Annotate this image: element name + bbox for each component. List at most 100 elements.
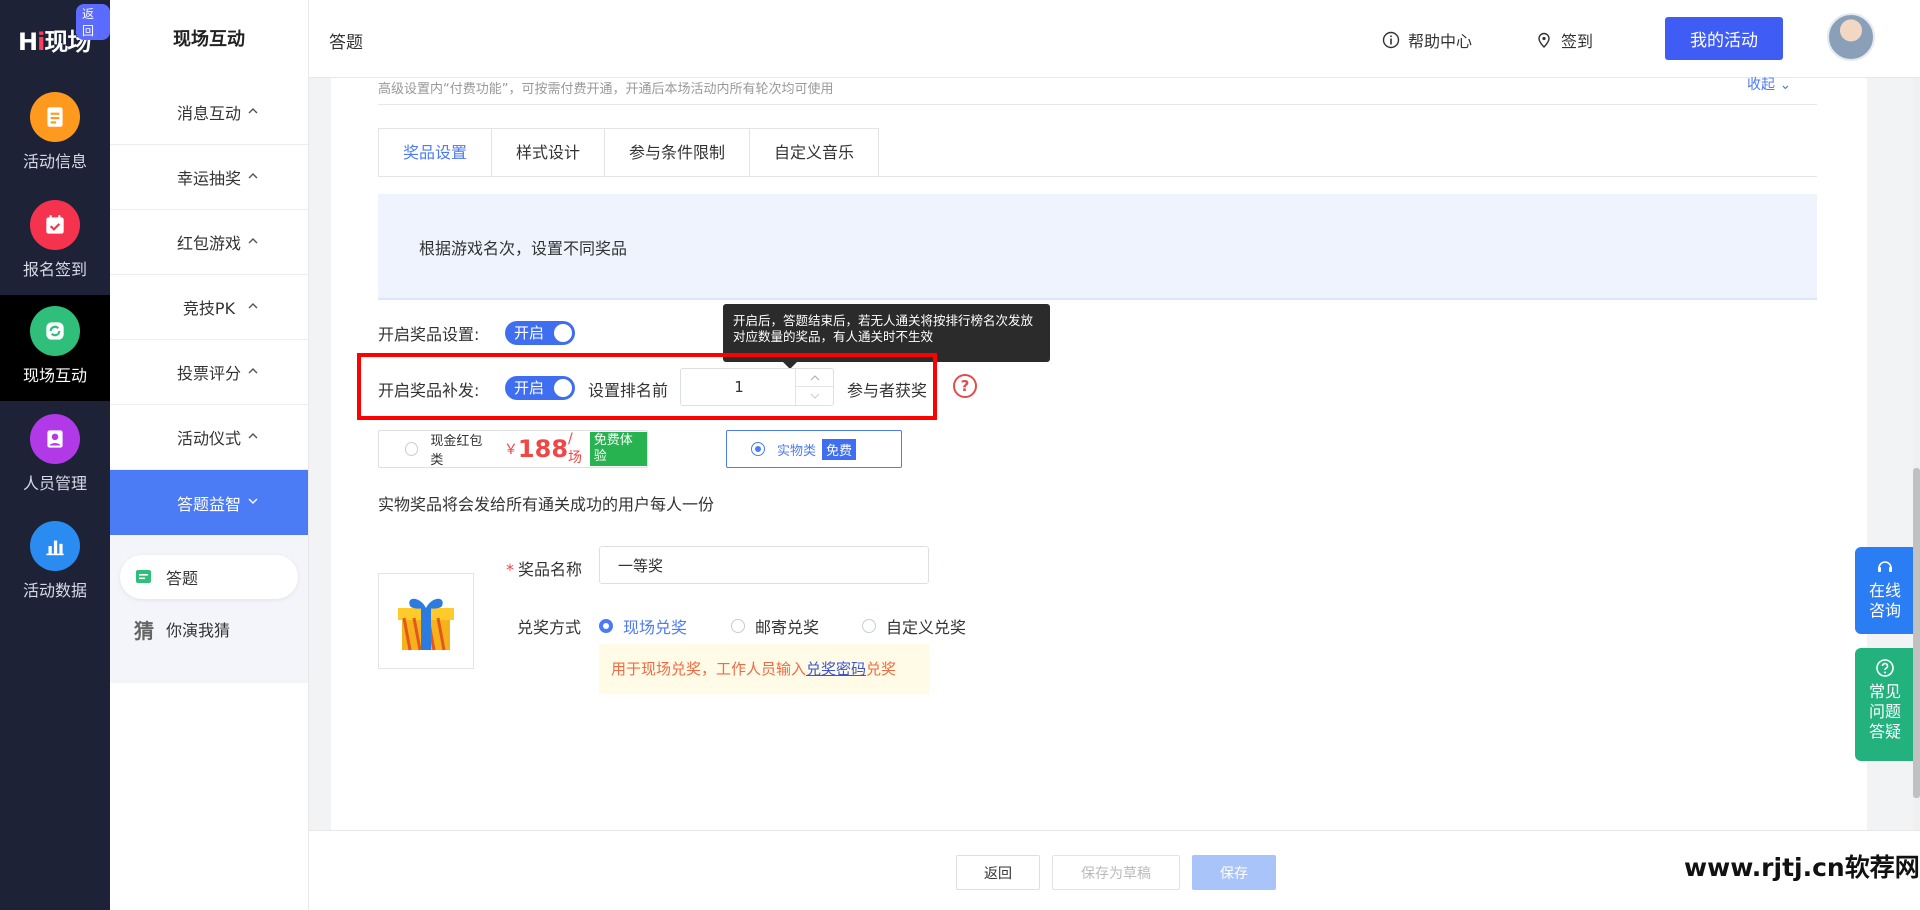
redeem-hint: 用于现场兑奖，工作人员输入兑奖密码兑奖	[599, 644, 929, 694]
radio-button[interactable]	[751, 442, 765, 456]
document-icon	[30, 92, 80, 142]
reissue-toggle[interactable]: 开启	[505, 376, 575, 400]
chevron-up-icon	[810, 374, 819, 380]
info-banner: 根据游戏名次，设置不同奖品	[378, 194, 1817, 300]
sidebar-item-label: 竞技PK	[182, 299, 236, 318]
calendar-check-icon	[30, 200, 80, 250]
settings-tabs: 奖品设置 样式设计 参与条件限制 自定义音乐	[378, 128, 880, 177]
info-icon	[1382, 31, 1400, 49]
my-activity-button[interactable]: 我的活动	[1665, 17, 1783, 60]
chevron-down-icon	[810, 393, 819, 399]
chevron-up-icon	[248, 433, 258, 439]
sidebar-item-lucky-draw[interactable]: 幸运抽奖	[110, 145, 308, 210]
chevron-up-icon	[248, 238, 258, 244]
question-icon[interactable]: ?	[953, 374, 977, 398]
headset-icon	[1878, 561, 1892, 572]
user-card-icon	[30, 414, 80, 464]
nav-label: 活动信息	[22, 152, 87, 171]
divider	[378, 176, 1817, 177]
prize-setting-label: 开启奖品设置:	[378, 325, 480, 344]
tab-custom-music[interactable]: 自定义音乐	[750, 129, 879, 177]
help-center-link[interactable]: 帮助中心	[1382, 28, 1472, 52]
chevron-down-icon	[248, 498, 258, 504]
radio-button[interactable]	[599, 619, 613, 633]
prize-image[interactable]	[378, 573, 474, 669]
sidebar-item-label: 红包游戏	[176, 234, 241, 253]
save-draft-button[interactable]: 保存为草稿	[1052, 855, 1180, 890]
radio-button[interactable]	[731, 619, 745, 633]
help-circle-icon	[1876, 659, 1894, 677]
nav-label: 人员管理	[22, 474, 87, 493]
interaction-icon	[30, 306, 80, 356]
gift-box-icon	[398, 598, 454, 651]
nav-activity-info[interactable]: 活动信息	[0, 92, 110, 198]
save-button[interactable]: 保存	[1192, 855, 1276, 890]
rank-stepper[interactable]: 1	[680, 368, 834, 406]
sidebar-subitem-charades[interactable]: 猜 你演我猜	[120, 607, 298, 651]
radio-button[interactable]	[862, 619, 876, 633]
redeem-mail-option[interactable]: 邮寄兑奖	[731, 614, 819, 638]
redeem-password-link[interactable]: 兑奖密码	[806, 660, 866, 678]
price-value: 188	[517, 435, 569, 463]
prize-name-input[interactable]	[599, 546, 929, 584]
faq-label: 常见问题答疑	[1868, 682, 1901, 741]
rank-suffix-label: 参与者获奖	[847, 381, 928, 400]
increment-button[interactable]	[796, 369, 833, 387]
tab-participation-limits[interactable]: 参与条件限制	[605, 129, 751, 177]
sidebar-item-voting[interactable]: 投票评分	[110, 340, 308, 405]
radio-button[interactable]	[405, 442, 419, 456]
guess-icon: 猜	[134, 618, 154, 643]
nav-live-interaction[interactable]: 现场互动	[0, 295, 110, 401]
option-label: 自定义兑奖	[886, 618, 967, 637]
faq-button[interactable]: 常见问题答疑	[1855, 648, 1915, 761]
tab-style-design[interactable]: 样式设计	[492, 129, 606, 177]
decrement-button[interactable]	[796, 387, 833, 405]
signin-link[interactable]: 签到	[1535, 28, 1593, 52]
nav-people-management[interactable]: 人员管理	[0, 414, 110, 520]
nav-label: 活动数据	[22, 581, 87, 600]
sidebar-item-pk[interactable]: 竞技PK	[110, 275, 308, 340]
signin-label: 签到	[1561, 32, 1594, 51]
footer-bar: 返回 保存为草稿 保存	[309, 830, 1920, 910]
tab-prize-settings[interactable]: 奖品设置	[379, 129, 493, 177]
sidebar-item-message-interaction[interactable]: 消息互动	[110, 80, 308, 145]
reissue-label: 开启奖品补发:	[378, 381, 480, 400]
scrollbar[interactable]	[1913, 78, 1920, 830]
sidebar-item-label: 幸运抽奖	[176, 169, 241, 188]
location-pin-icon	[1538, 32, 1550, 48]
cash-redpacket-option[interactable]: 现金红包类 ￥ 188 /场 免费体验	[378, 430, 648, 468]
prize-setting-toggle[interactable]: 开启	[505, 321, 575, 345]
page-title: 答题	[329, 33, 363, 53]
prize-name-label: * 奖品名称	[506, 560, 583, 579]
sidebar-item-ceremony[interactable]: 活动仪式	[110, 405, 308, 470]
nav-signup-checkin[interactable]: 报名签到	[0, 200, 110, 306]
sidebar-item-quiz[interactable]: 答题益智	[110, 470, 308, 535]
physical-prize-note: 实物奖品将会发给所有通关成功的用户每人一份	[378, 495, 715, 514]
info-text: 根据游戏名次，设置不同奖品	[419, 239, 628, 258]
sidebar-item-label: 投票评分	[176, 364, 241, 383]
physical-prize-option[interactable]: 实物类 免费	[726, 430, 902, 468]
sidebar-item-label: 答题益智	[176, 494, 241, 514]
rank-value[interactable]: 1	[681, 369, 797, 405]
bar-chart-icon	[30, 521, 80, 571]
back-badge[interactable]: 返回	[76, 4, 110, 40]
top-header: 答题 帮助中心 签到 我的活动	[309, 0, 1920, 78]
sidebar-submenu: 答题 猜 你演我猜	[110, 535, 308, 683]
redeem-onsite-option[interactable]: 现场兑奖	[599, 614, 687, 638]
option-label: 现金红包类	[430, 434, 483, 468]
watermark: www.rjtj.cn软荐网	[1684, 853, 1920, 882]
secondary-sidebar: 现场互动 消息互动 幸运抽奖 红包游戏 竞技PK 投票评分 活动仪式 答题益智 …	[110, 0, 309, 910]
main-content: 高级设置内“付费功能”，可按需付费开通，开通后本场活动内所有轮次均可使用 收起 …	[331, 77, 1867, 830]
sidebar-item-red-packet-game[interactable]: 红包游戏	[110, 210, 308, 275]
option-label: 邮寄兑奖	[755, 618, 820, 637]
nav-activity-data[interactable]: 活动数据	[0, 521, 110, 627]
price-unit: /场	[568, 431, 583, 466]
sidebar-subitem-quiz[interactable]: 答题	[120, 555, 298, 599]
back-button[interactable]: 返回	[956, 855, 1040, 890]
collapse-link[interactable]: 收起 ⌄	[1747, 74, 1791, 94]
redeem-custom-option[interactable]: 自定义兑奖	[862, 614, 966, 638]
sidebar-item-label: 消息互动	[176, 104, 241, 123]
scrollbar-thumb[interactable]	[1913, 468, 1920, 798]
online-consult-button[interactable]: 在线咨询	[1855, 547, 1915, 634]
avatar[interactable]	[1827, 13, 1875, 61]
